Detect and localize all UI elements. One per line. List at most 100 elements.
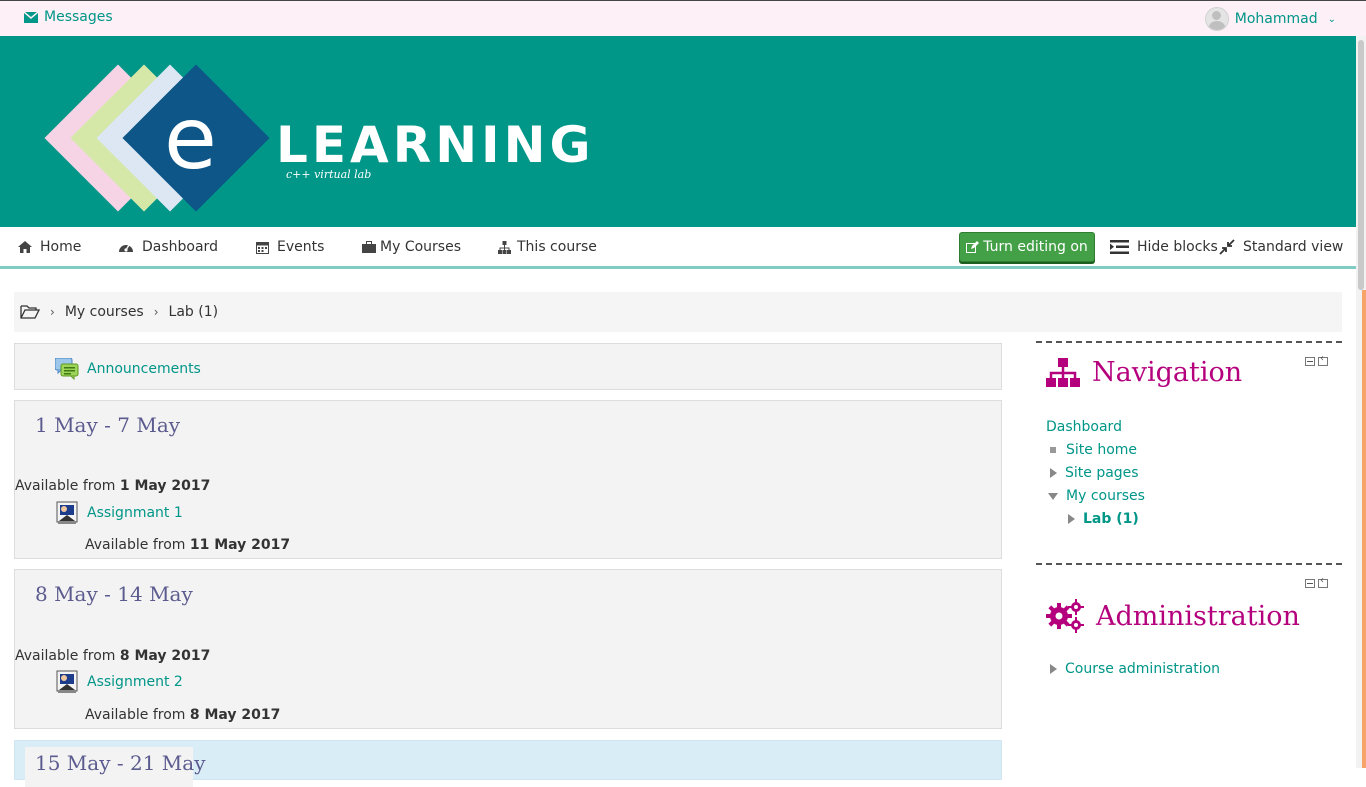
gears-icon: [1046, 599, 1084, 633]
dock-icon[interactable]: [1318, 353, 1328, 366]
administration-block-title: Administration: [1096, 600, 1300, 632]
sitemap-icon: [498, 240, 511, 254]
assignment-1-link[interactable]: Assignmant 1: [55, 501, 183, 525]
availability-prefix: Available from: [15, 648, 116, 664]
administration-block: Administration Course administration: [1036, 563, 1342, 715]
logo-word: LEARNING: [276, 116, 595, 174]
assignment-icon: [56, 501, 78, 524]
nav-tree-site-home[interactable]: Site home: [1048, 442, 1137, 458]
availability-date: 11 May 2017: [189, 537, 291, 553]
logo-tagline: c++ virtual lab: [286, 168, 372, 181]
chevron-right-icon: ›: [153, 305, 159, 319]
section-week-2: 8 May - 14 May Available from 8 May 2017…: [14, 569, 1002, 729]
collapse-arrow-icon: [1048, 492, 1058, 500]
section-title[interactable]: 15 May - 21 May: [35, 751, 206, 775]
nav-dashboard[interactable]: Dashboard: [118, 239, 218, 255]
assignment-icon: [56, 670, 78, 693]
expand-arrow-icon: [1050, 664, 1057, 674]
nav-this-course[interactable]: This course: [498, 239, 597, 255]
activity-availability: Available from 11 May 2017: [85, 537, 290, 553]
administration-block-header[interactable]: Administration: [1046, 599, 1300, 633]
turn-editing-on-label: Turn editing on: [983, 239, 1088, 255]
nav-my-courses-label: My Courses: [380, 239, 461, 255]
standard-view-label: Standard view: [1243, 239, 1344, 255]
section-availability: Available from 1 May 2017: [15, 478, 210, 494]
availability-date: 1 May 2017: [119, 478, 211, 494]
dock-icon[interactable]: [1318, 575, 1328, 588]
folder-open-icon[interactable]: [20, 305, 40, 319]
chevron-right-icon: ›: [50, 305, 55, 319]
assignment-2-label: Assignment 2: [87, 674, 183, 690]
admin-tree-course-administration[interactable]: Course administration: [1050, 661, 1220, 677]
section-week-3-current: 15 May - 21 May: [14, 740, 1002, 787]
navigation-block-title: Navigation: [1092, 357, 1243, 388]
block-controls: [1305, 353, 1328, 366]
nav-events-label: Events: [277, 239, 325, 255]
section-title[interactable]: 8 May - 14 May: [35, 582, 193, 606]
assignment-2-link[interactable]: Assignment 2: [55, 670, 183, 694]
turn-editing-on-button[interactable]: Turn editing on: [959, 232, 1095, 262]
expand-arrow-icon: [1068, 514, 1075, 524]
assignment-1-label: Assignmant 1: [87, 505, 183, 521]
messages-label: Messages: [44, 9, 113, 25]
breadcrumb: › My courses › Lab (1): [14, 292, 1342, 332]
nav-this-course-label: This course: [517, 239, 597, 255]
site-banner: e LEARNING c++ virtual lab: [0, 36, 1356, 227]
minimize-icon[interactable]: [1305, 357, 1315, 366]
nav-tree-my-courses-label: My courses: [1066, 488, 1145, 504]
nav-dashboard-label: Dashboard: [142, 239, 218, 255]
avatar: [1204, 7, 1229, 31]
dashboard-icon: [119, 244, 133, 252]
logo-letter: e: [164, 89, 217, 189]
nav-home[interactable]: Home: [18, 239, 81, 255]
section-availability: Available from 8 May 2017: [15, 648, 210, 664]
compress-icon: [1219, 239, 1235, 255]
nav-events[interactable]: Events: [256, 239, 324, 255]
hide-blocks-icon: [1110, 240, 1129, 254]
hide-blocks-label: Hide blocks: [1137, 239, 1218, 255]
home-icon: [18, 241, 32, 253]
announcements-label: Announcements: [87, 361, 201, 377]
nav-tree-site-pages[interactable]: Site pages: [1050, 465, 1139, 481]
minimize-icon[interactable]: [1305, 579, 1315, 588]
navigation-block-header[interactable]: Navigation: [1046, 357, 1242, 388]
briefcase-icon: [362, 241, 376, 253]
user-menu[interactable]: Mohammad ⌄: [1204, 7, 1336, 31]
nav-tree-dashboard-label: Dashboard: [1046, 419, 1122, 435]
site-logo[interactable]: e LEARNING c++ virtual lab: [40, 64, 660, 224]
bullet-icon: [1050, 447, 1056, 453]
nav-my-courses[interactable]: My Courses: [362, 239, 461, 255]
nav-tree-lab-label: Lab (1): [1083, 511, 1139, 527]
hide-blocks-link[interactable]: Hide blocks: [1110, 239, 1218, 255]
availability-prefix: Available from: [85, 537, 186, 553]
section-week-1: 1 May - 7 May Available from 1 May 2017 …: [14, 400, 1002, 559]
navigation-block: Navigation Dashboard Site home Site page…: [1036, 341, 1342, 563]
scrollbar-thumb[interactable]: [1358, 40, 1364, 290]
nav-home-label: Home: [40, 239, 82, 255]
nav-tree-lab[interactable]: Lab (1): [1068, 511, 1139, 527]
nav-tree-my-courses[interactable]: My courses: [1048, 488, 1145, 504]
section-title[interactable]: 1 May - 7 May: [35, 413, 180, 437]
section-general: Announcements: [14, 343, 1002, 390]
breadcrumb-my-courses[interactable]: My courses: [65, 304, 144, 320]
activity-availability: Available from 8 May 2017: [85, 707, 280, 723]
top-bar: Messages Mohammad ⌄: [0, 0, 1366, 36]
calendar-icon: [256, 241, 269, 254]
user-name: Mohammad: [1234, 11, 1318, 27]
scrollbar-accent: [1362, 290, 1366, 768]
availability-prefix: Available from: [15, 478, 116, 494]
forum-icon: [55, 358, 79, 380]
standard-view-link[interactable]: Standard view: [1219, 239, 1343, 255]
edit-icon: [966, 241, 980, 253]
envelope-icon: [24, 11, 38, 23]
nav-tree-site-pages-label: Site pages: [1065, 465, 1139, 481]
course-administration-label: Course administration: [1065, 661, 1221, 677]
messages-link[interactable]: Messages: [24, 9, 113, 25]
chevron-down-icon: ⌄: [1327, 13, 1336, 25]
announcements-link[interactable]: Announcements: [55, 358, 201, 380]
breadcrumb-lab[interactable]: Lab (1): [169, 304, 219, 320]
block-controls: [1305, 575, 1328, 588]
nav-tree-dashboard[interactable]: Dashboard: [1046, 419, 1122, 435]
sitemap-icon: [1046, 357, 1080, 387]
main-navbar: Home Dashboard Events My Courses This co…: [0, 227, 1356, 269]
